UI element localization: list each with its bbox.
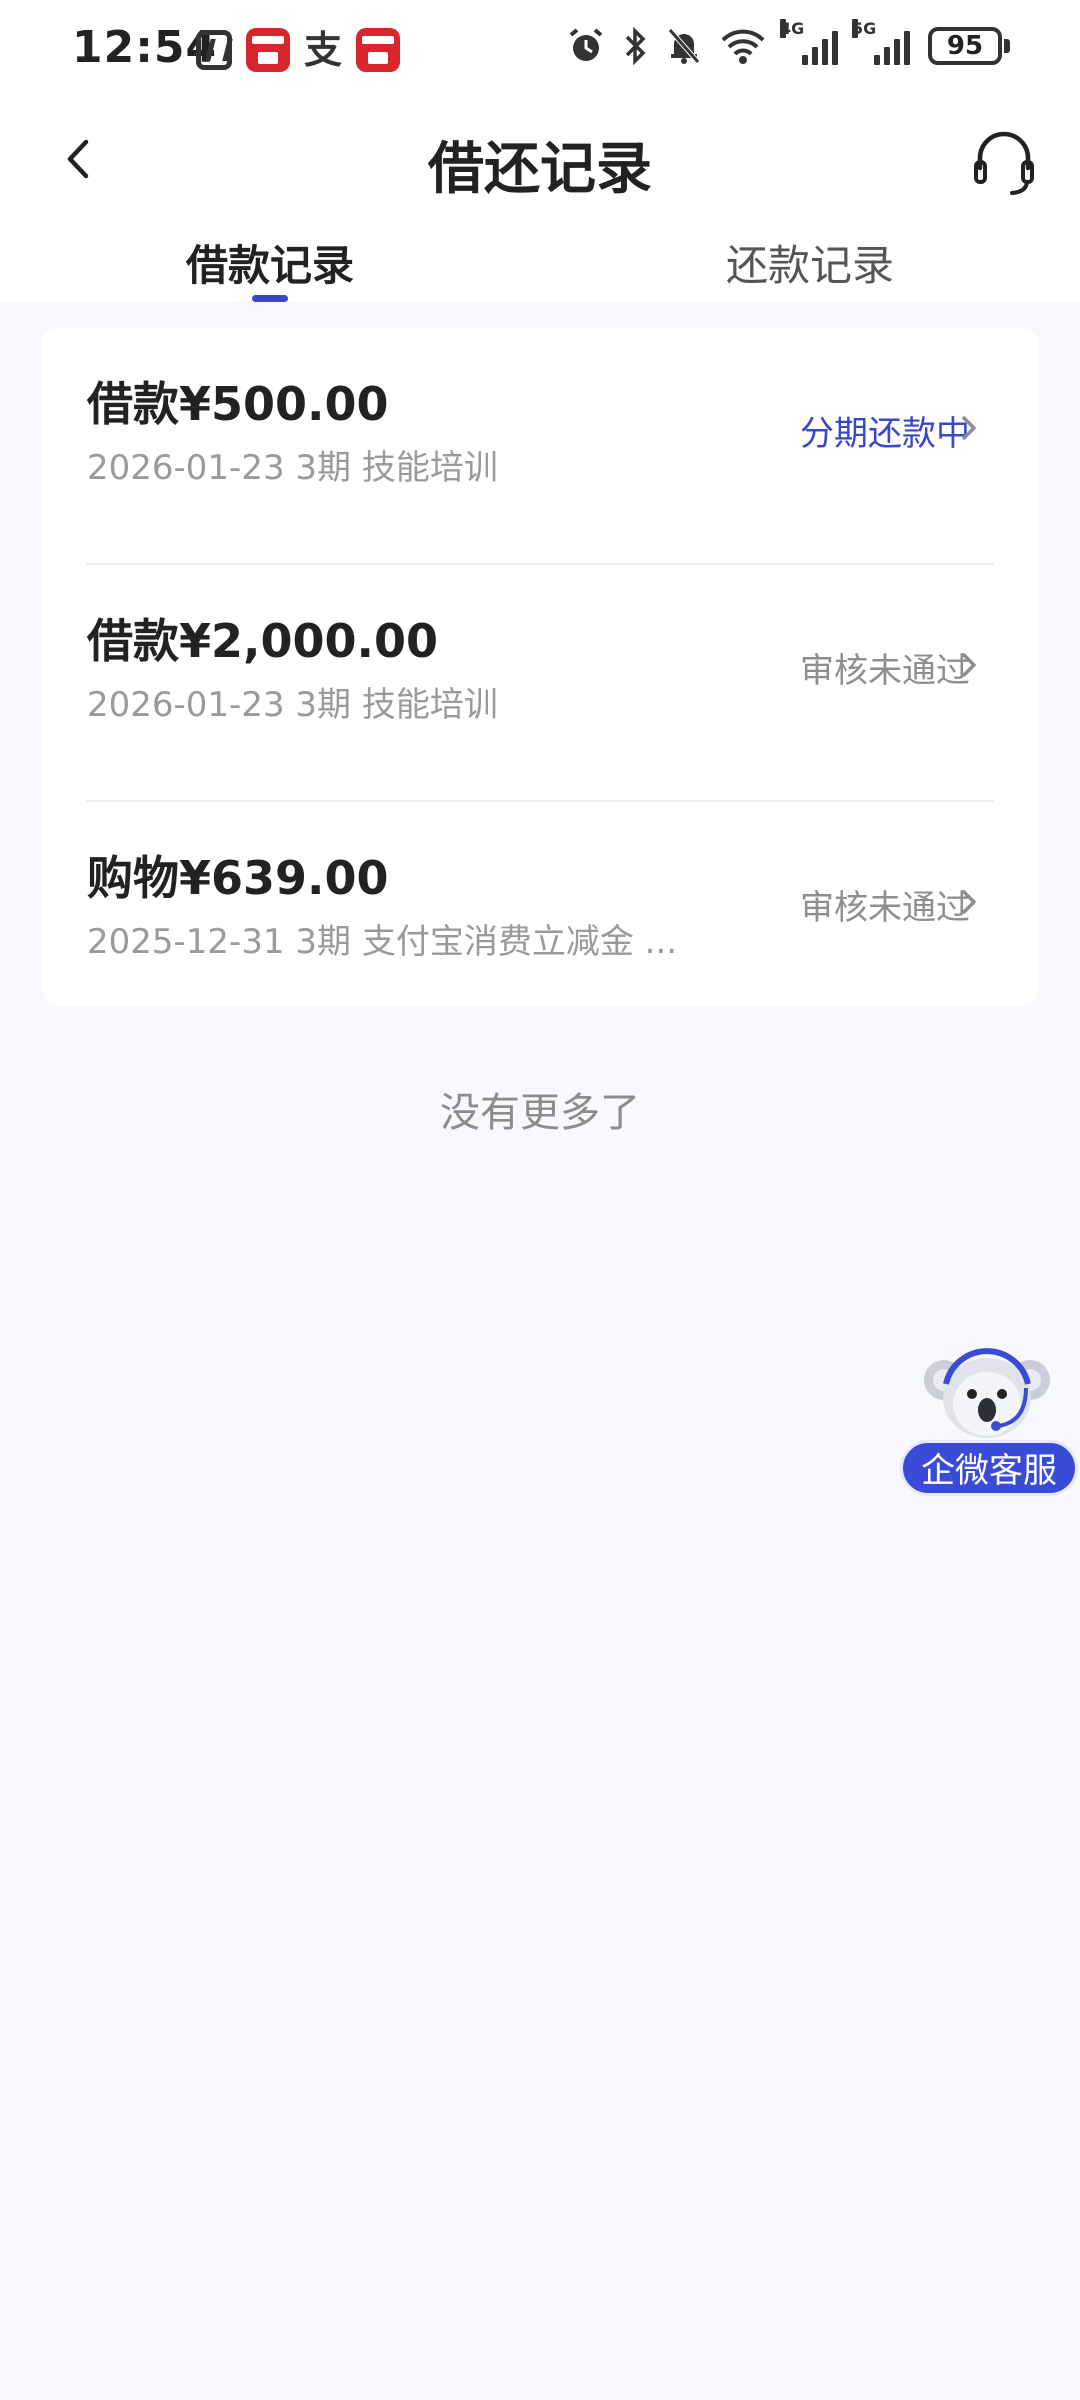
record-item[interactable]: 借款¥500.00 2026-01-23 3期 技能培训 分期还款中 — [42, 328, 1038, 565]
app-icon — [356, 28, 401, 72]
alarm-icon — [569, 28, 603, 61]
record-subtitle: 2026-01-23 3期 技能培训 — [87, 685, 498, 725]
record-title: 购物¥639.00 — [87, 851, 389, 905]
record-tabs: 借款记录 还款记录 — [0, 220, 1080, 302]
battery-tip — [1004, 39, 1010, 53]
battery-icon: 95 — [928, 27, 1010, 65]
chevron-right-icon — [962, 416, 976, 440]
bluetooth-icon — [625, 26, 646, 66]
tab-borrow-records[interactable]: 借款记录 — [0, 220, 540, 302]
record-title: 借款¥2,000.00 — [87, 614, 438, 668]
status-bar: 12:54 支 4G 5G 95 — [0, 0, 1080, 100]
record-status: 审核未通过 — [800, 888, 970, 928]
chevron-right-icon — [962, 890, 976, 914]
signal-5g-icon: 5G — [852, 19, 910, 65]
tab-active-indicator — [252, 295, 288, 302]
tab-label: 还款记录 — [725, 241, 894, 290]
battery-level: 95 — [928, 27, 1002, 65]
record-subtitle: 2025-12-31 3期 支付宝消费立减金 ... — [87, 922, 678, 962]
wecom-service-float[interactable]: 企微客服 — [898, 1344, 1080, 1504]
record-status: 分期还款中 — [800, 414, 970, 454]
alipay-icon: 支 — [304, 28, 343, 72]
top-area: 12:54 支 4G 5G 95 借还记录 借款记录 还款记录 — [0, 0, 1080, 302]
chevron-right-icon — [962, 653, 976, 677]
tab-label: 借款记录 — [185, 241, 354, 290]
record-status: 审核未通过 — [800, 651, 970, 691]
koala-mascot-icon — [924, 1348, 1050, 1438]
page-title: 借还记录 — [428, 137, 652, 202]
tab-repay-records[interactable]: 还款记录 — [540, 220, 1080, 302]
record-title: 借款¥500.00 — [87, 377, 389, 431]
nav-header: 借还记录 — [0, 100, 1080, 220]
no-more-text: 没有更多了 — [440, 1090, 640, 1136]
record-subtitle: 2026-01-23 3期 技能培训 — [87, 448, 498, 488]
headset-icon[interactable] — [964, 122, 1044, 202]
nfc-icon — [196, 30, 232, 70]
signal-4g-icon: 4G — [780, 19, 838, 65]
record-item[interactable]: 购物¥639.00 2025-12-31 3期 支付宝消费立减金 ... 审核未… — [42, 802, 1038, 1006]
status-right-icons: 4G 5G 95 — [566, 19, 1010, 66]
wecom-service-label: 企微客服 — [900, 1440, 1078, 1496]
status-left-icons: 支 — [196, 28, 401, 72]
app-icon — [246, 28, 290, 72]
record-item[interactable]: 借款¥2,000.00 2026-01-23 3期 技能培训 审核未通过 — [42, 565, 1038, 802]
wifi-icon — [721, 29, 765, 64]
records-card: 借款¥500.00 2026-01-23 3期 技能培训 分期还款中 借款¥2,… — [42, 328, 1038, 1006]
mute-icon — [668, 28, 700, 64]
